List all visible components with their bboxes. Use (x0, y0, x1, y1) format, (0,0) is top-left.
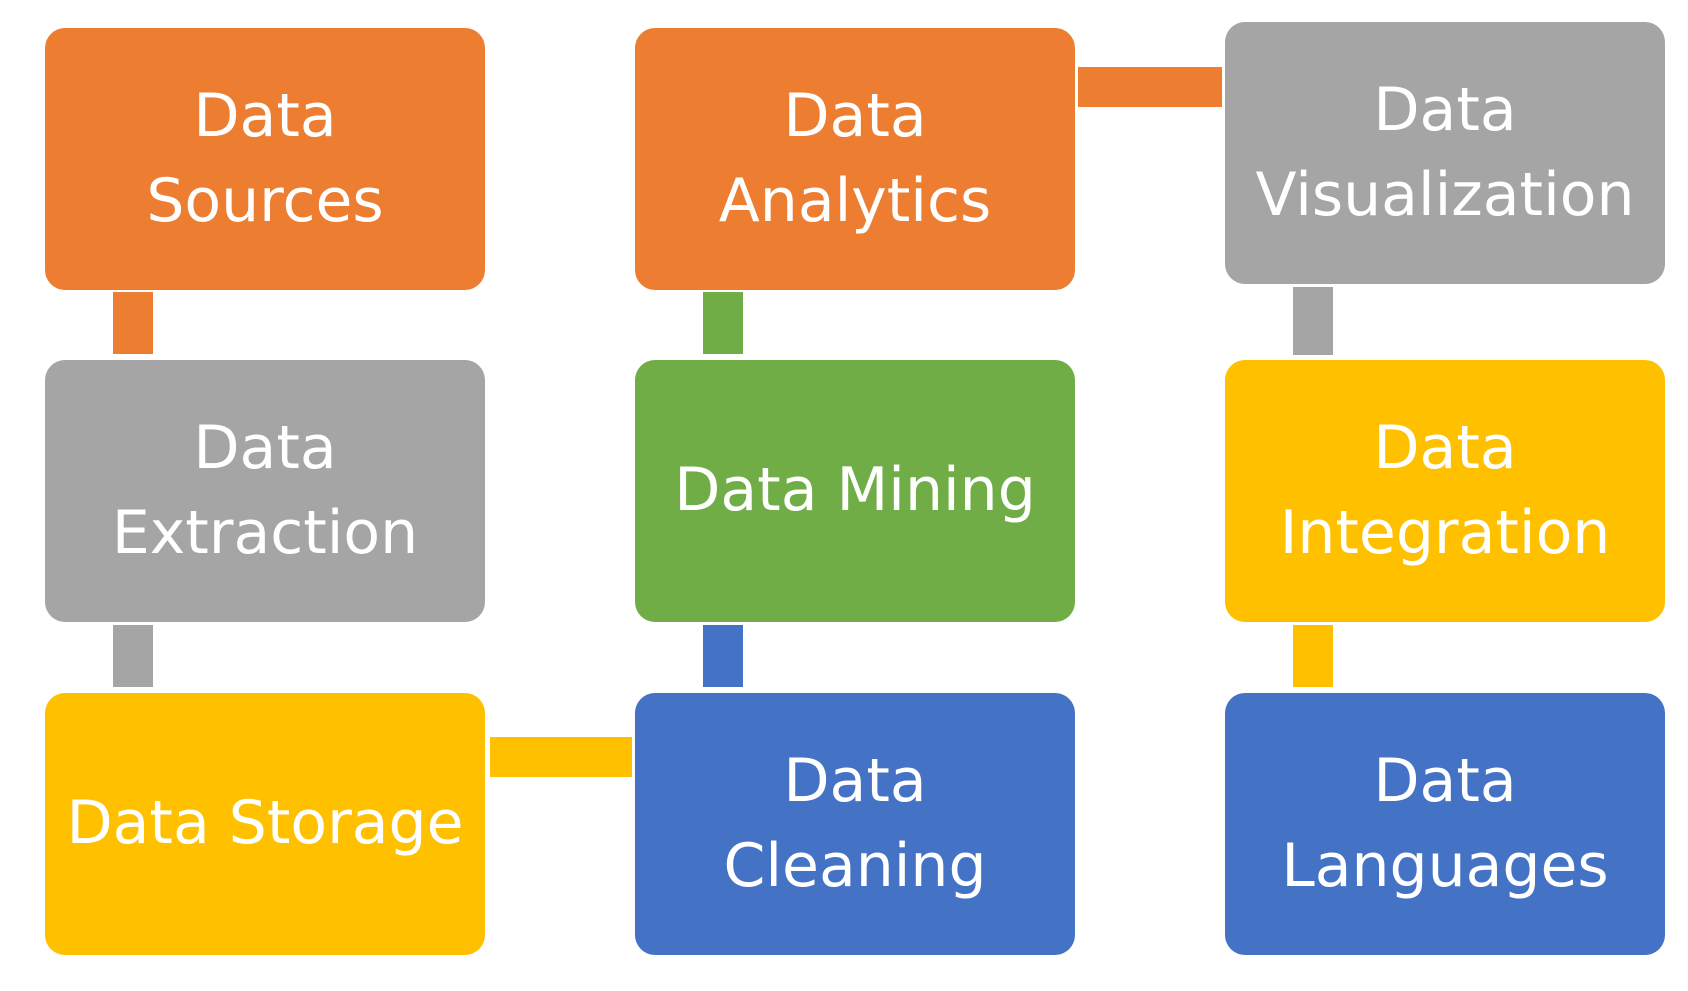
connector-integration-languages (1293, 625, 1333, 687)
box-data-storage: Data Storage (45, 693, 485, 955)
box-data-extraction-label: Data Extraction (111, 412, 419, 568)
data-pipeline-diagram: Data Sources Data Analytics Data Visuali… (0, 0, 1688, 991)
box-data-analytics-label: Data Analytics (718, 80, 992, 236)
connector-sources-extraction (113, 292, 153, 354)
box-data-sources-label: Data Sources (146, 80, 384, 236)
box-data-sources: Data Sources (45, 28, 485, 290)
connector-storage-cleaning (490, 737, 632, 777)
box-data-visualization: Data Visualization (1225, 22, 1665, 284)
connector-extraction-storage (113, 625, 153, 687)
box-data-mining-label: Data Mining (674, 455, 1036, 526)
box-data-visualization-label: Data Visualization (1255, 74, 1635, 230)
box-data-cleaning-label: Data Cleaning (723, 745, 987, 901)
box-data-cleaning: Data Cleaning (635, 693, 1075, 955)
box-data-storage-label: Data Storage (66, 788, 464, 859)
box-data-languages-label: Data Languages (1281, 745, 1609, 901)
box-data-extraction: Data Extraction (45, 360, 485, 622)
connector-visualization-integration (1293, 287, 1333, 355)
connector-cleaning-mining (703, 625, 743, 687)
box-data-analytics: Data Analytics (635, 28, 1075, 290)
box-data-languages: Data Languages (1225, 693, 1665, 955)
connector-analytics-visualization (1078, 67, 1222, 107)
connector-mining-analytics (703, 292, 743, 354)
box-data-integration: Data Integration (1225, 360, 1665, 622)
box-data-mining: Data Mining (635, 360, 1075, 622)
box-data-integration-label: Data Integration (1279, 412, 1611, 568)
